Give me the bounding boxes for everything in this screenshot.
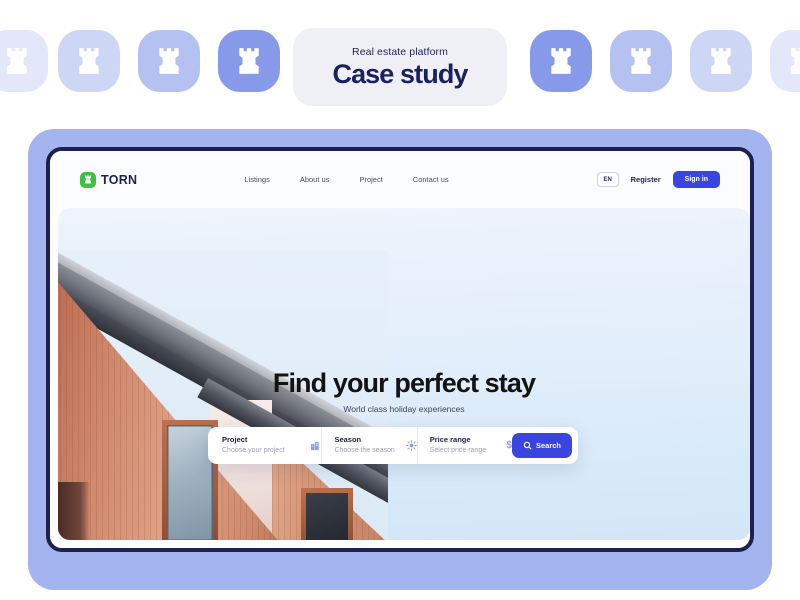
decorative-tile — [0, 30, 48, 92]
field-label-project: Project — [222, 434, 248, 444]
rook-tower-icon — [80, 171, 96, 188]
rook-tower-icon — [628, 47, 654, 75]
rook-tower-icon — [236, 47, 262, 75]
hero-title: Find your perfect stay — [272, 368, 536, 398]
photo-window-glass — [306, 493, 348, 540]
decorative-tile — [530, 30, 592, 92]
screenshot-canvas: Real estate platform Case study Find you… — [0, 0, 800, 600]
site-navbar: TORN Listings About us Project Contact u… — [50, 151, 750, 208]
rook-tower-icon — [156, 47, 182, 75]
hero-section: Find your perfect stay World class holid… — [58, 208, 750, 540]
decorative-tile — [770, 30, 800, 92]
nav-link-contact-us[interactable]: Contact us — [413, 175, 449, 184]
nav-link-about-us[interactable]: About us — [300, 175, 330, 184]
site-logo[interactable]: TORN — [80, 171, 138, 188]
rook-tower-icon — [708, 47, 734, 75]
field-label-season: Season — [334, 434, 362, 444]
register-link[interactable]: Register — [631, 175, 661, 184]
website-page: Find your perfect stay World class holid… — [50, 151, 750, 548]
search-button-label: Search — [535, 441, 561, 450]
decorative-tile — [218, 30, 280, 92]
field-placeholder-project: Choose your project — [222, 446, 285, 454]
search-field-season[interactable]: Season Choose the season — [321, 427, 417, 464]
search-field-project[interactable]: Project Choose your project — [222, 427, 321, 464]
rook-tower-icon — [76, 47, 102, 75]
search-field-price-range[interactable]: Price range Select price range $ — [416, 427, 512, 464]
field-label-price-range: Price range — [429, 434, 471, 444]
rook-tower-icon — [4, 47, 30, 75]
sign-in-button[interactable]: Sign in — [672, 171, 720, 188]
case-study-badge: Real estate platform Case study — [293, 28, 507, 106]
primary-nav: Listings About us Project Contact us — [244, 175, 448, 184]
decorative-tile — [138, 30, 200, 92]
site-logo-text: TORN — [101, 172, 138, 187]
building-icon — [310, 440, 321, 451]
language-selector[interactable]: EN — [596, 172, 619, 187]
nav-actions: EN Register Sign in — [596, 171, 720, 188]
browser-window-frame: Find your perfect stay World class holid… — [46, 147, 754, 552]
decorative-tile — [610, 30, 672, 92]
badge-eyebrow: Real estate platform — [352, 46, 448, 58]
nav-link-listings[interactable]: Listings — [244, 175, 269, 184]
sun-icon — [405, 440, 417, 451]
rook-tower-icon — [788, 47, 800, 75]
hero-subtitle: World class holiday experiences — [343, 404, 465, 414]
badge-title: Case study — [332, 59, 468, 89]
search-bar: Project Choose your project Season Choos… — [208, 427, 578, 464]
photo-wall-shadow — [58, 482, 90, 540]
nav-link-project[interactable]: Project — [359, 175, 382, 184]
decorative-tile — [690, 30, 752, 92]
field-placeholder-price-range: Select price range — [429, 446, 487, 454]
field-placeholder-season: Choose the season — [334, 446, 395, 454]
search-button[interactable]: Search — [511, 433, 572, 458]
decorative-tile — [58, 30, 120, 92]
rook-tower-icon — [548, 47, 574, 75]
search-icon — [523, 441, 532, 450]
